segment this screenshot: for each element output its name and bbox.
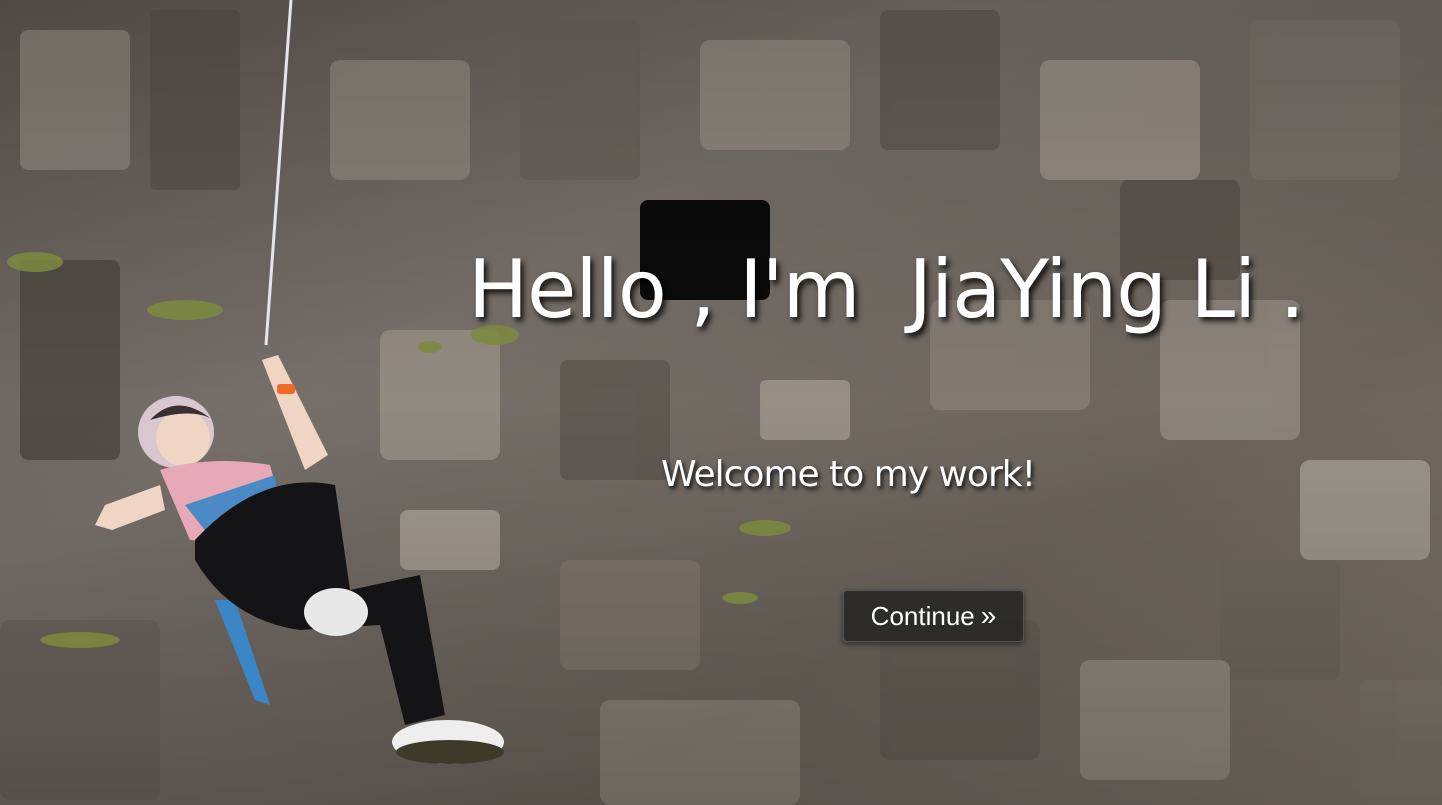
continue-button[interactable]: Continue » bbox=[843, 590, 1024, 642]
background-photo bbox=[0, 0, 1442, 805]
hero-subtitle: Welcome to my work! bbox=[661, 454, 1036, 495]
hero-title: Hello , I'm JiaYing Li . bbox=[468, 243, 1305, 336]
hero-section: Hello , I'm JiaYing Li . Welcome to my w… bbox=[0, 0, 1442, 805]
chevron-double-right-icon: » bbox=[980, 600, 997, 631]
continue-button-label: Continue bbox=[870, 600, 975, 631]
